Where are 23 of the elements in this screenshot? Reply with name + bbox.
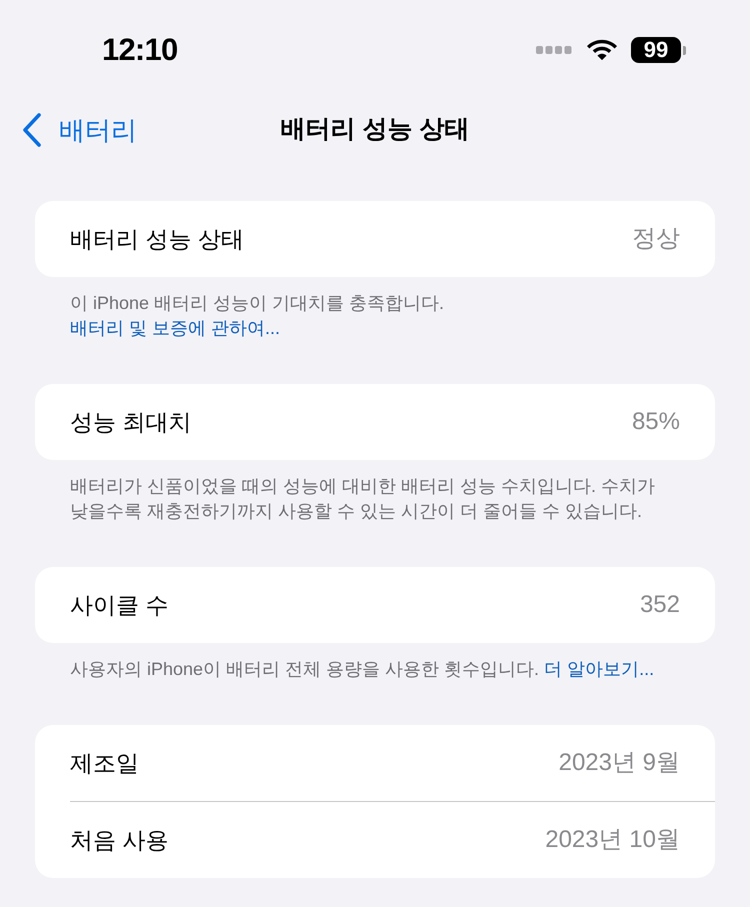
footnote-text: 이 iPhone 배터리 성능이 기대치를 충족합니다. 배터리 및 보증에 관하여... [70, 292, 446, 340]
battery-tip-icon [683, 46, 686, 54]
footnote-link[interactable]: 배터리 및 보증에 관하여... [70, 318, 280, 338]
row-label: 배터리 성능 상태 [70, 224, 244, 254]
row-label: 사이클 수 [70, 590, 168, 620]
footnote-text: 배터리가 신품이었을 때의 성능에 대비한 배터리 성능 수치입니다. 수치가 낮을수록 재충전하기까지 사용할 수 있는 시간이 더 줄어들 수 있습니다. [70, 475, 656, 523]
row-value: 352 [640, 590, 680, 620]
row-value: 2023년 9월 [558, 748, 680, 778]
footnote-text: 사용자의 iPhone이 배터리 전체 용량을 사용한 횟수입니다. 더 알아보기... [70, 658, 654, 681]
footnote-link[interactable]: 더 알아보기... [544, 659, 654, 679]
signal-dots-icon [536, 46, 572, 54]
back-button[interactable]: 배터리 [0, 110, 137, 150]
row-label: 처음 사용 [70, 826, 168, 855]
wifi-icon [587, 39, 617, 61]
row-value: 정상 [632, 224, 680, 254]
page-title: 배터리 성능 상태 [280, 114, 470, 146]
row-value: 2023년 10월 [545, 825, 680, 855]
chevron-left-icon [22, 113, 42, 147]
row-label: 성능 최대치 [70, 408, 192, 437]
battery-percentage: 99 [631, 37, 681, 63]
row-label: 제조일 [70, 748, 139, 778]
row-value: 85% [632, 407, 680, 437]
status-time: 12:10 [102, 30, 178, 69]
